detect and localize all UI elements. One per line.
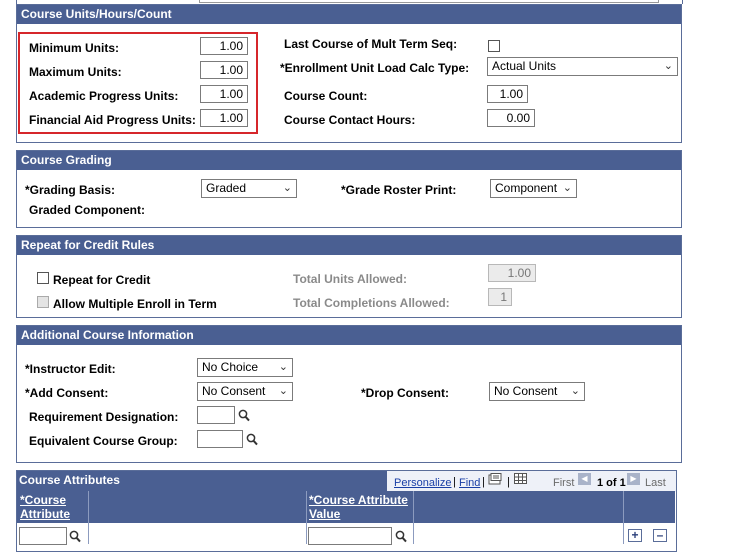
grade-roster-value: Component (495, 181, 558, 195)
academic-progress-input[interactable]: 1.00 (200, 85, 248, 103)
delete-row-icon[interactable]: – (653, 529, 667, 542)
course-attribute-header-line2: Attribute (20, 507, 70, 521)
grading-basis-label: *Grading Basis: (25, 183, 116, 197)
column-divider (306, 491, 307, 544)
toolbar-separator: | (507, 476, 510, 488)
attribute-value-input[interactable] (308, 527, 392, 545)
multiple-enroll-label: Allow Multiple Enroll in Term (53, 297, 217, 311)
chevron-down-icon: ⌄ (562, 182, 572, 194)
repeat-for-credit-label: Repeat for Credit (53, 273, 151, 287)
grading-basis-select[interactable]: Graded ⌄ (201, 179, 297, 198)
repeat-section-title: Repeat for Credit Rules (17, 236, 681, 255)
total-units-input: 1.00 (488, 264, 536, 282)
course-count-label: Course Count: (284, 89, 368, 103)
search-icon[interactable] (246, 433, 258, 446)
total-units-label: Total Units Allowed: (293, 272, 407, 286)
attributes-grid-title: Course Attributes (19, 473, 120, 487)
enrollment-calc-label: *Enrollment Unit Load Calc Type: (280, 61, 470, 75)
instructor-edit-select[interactable]: No Choice ⌄ (197, 358, 293, 377)
grade-roster-label: *Grade Roster Print: (341, 183, 457, 197)
toolbar-separator: | (482, 476, 485, 488)
last-course-label: Last Course of Mult Term Seq: (284, 37, 458, 51)
add-row-icon[interactable]: + (628, 529, 642, 542)
download-grid-icon[interactable] (514, 473, 527, 484)
column-divider (623, 491, 624, 544)
view-all-icon[interactable] (488, 473, 502, 485)
chevron-down-icon: ⌄ (278, 385, 288, 397)
column-divider (413, 491, 414, 544)
total-completions-input: 1 (488, 288, 512, 306)
last-course-checkbox[interactable] (488, 40, 500, 52)
course-attribute-column-header[interactable]: *Course Attribute (20, 493, 70, 521)
multiple-enroll-checkbox (37, 296, 49, 308)
range-label: 1 of 1 (597, 477, 626, 489)
chevron-down-icon: ⌄ (282, 182, 292, 194)
financial-aid-input[interactable]: 1.00 (200, 109, 248, 127)
add-consent-value: No Consent (202, 384, 266, 398)
first-label: First (553, 477, 575, 489)
drop-consent-value: No Consent (494, 384, 558, 398)
prev-arrow-icon: ◀ (578, 473, 591, 485)
drop-consent-label: *Drop Consent: (361, 386, 449, 400)
personalize-link[interactable]: Personalize (394, 477, 451, 489)
drop-consent-select[interactable]: No Consent ⌄ (489, 382, 585, 401)
attribute-value-header-line2: Value (309, 507, 341, 521)
academic-progress-label: Academic Progress Units: (29, 89, 179, 103)
next-arrow-icon: ▶ (627, 473, 640, 485)
grading-section-title: Course Grading (17, 151, 681, 170)
search-icon[interactable] (69, 530, 81, 543)
search-icon[interactable] (238, 409, 250, 422)
total-completions-label: Total Completions Allowed: (293, 296, 450, 310)
units-section-title: Course Units/Hours/Count (17, 5, 681, 24)
column-divider (88, 491, 89, 544)
find-link[interactable]: Find (459, 477, 480, 489)
toolbar-separator: | (453, 476, 456, 488)
instructor-edit-value: No Choice (202, 360, 259, 374)
add-consent-select[interactable]: No Consent ⌄ (197, 382, 293, 401)
grading-basis-value: Graded (206, 181, 247, 195)
equivalent-input[interactable] (197, 430, 243, 448)
enrollment-calc-value: Actual Units (492, 59, 557, 73)
requirement-label: Requirement Designation: (29, 410, 179, 424)
contact-hours-label: Course Contact Hours: (284, 113, 416, 127)
graded-component-label: Graded Component: (29, 203, 145, 217)
minimum-units-label: Minimum Units: (29, 41, 119, 55)
last-label: Last (645, 477, 666, 489)
search-icon[interactable] (395, 530, 407, 543)
instructor-edit-label: *Instructor Edit: (25, 362, 116, 376)
course-count-input[interactable]: 1.00 (487, 85, 528, 103)
financial-aid-label: Financial Aid Progress Units: (29, 113, 196, 127)
additional-section-title: Additional Course Information (17, 326, 681, 345)
requirement-input[interactable] (197, 406, 235, 424)
equivalent-label: Equivalent Course Group: (29, 434, 178, 448)
enrollment-calc-select[interactable]: Actual Units ⌄ (487, 57, 678, 76)
course-attribute-input[interactable] (19, 527, 67, 545)
chevron-down-icon: ⌄ (663, 60, 673, 72)
maximum-units-input[interactable]: 1.00 (200, 61, 248, 79)
maximum-units-label: Maximum Units: (29, 65, 122, 79)
course-attribute-header-line1: *Course (20, 493, 67, 507)
attribute-value-column-header[interactable]: *Course Attribute Value (309, 493, 408, 521)
contact-hours-input[interactable]: 0.00 (487, 109, 535, 127)
minimum-units-input[interactable]: 1.00 (200, 37, 248, 55)
repeat-for-credit-checkbox[interactable] (37, 272, 49, 284)
grade-roster-select[interactable]: Component ⌄ (490, 179, 577, 198)
chevron-down-icon: ⌄ (570, 385, 580, 397)
attribute-value-header-line1: *Course Attribute (309, 493, 408, 507)
add-consent-label: *Add Consent: (25, 386, 109, 400)
chevron-down-icon: ⌄ (278, 361, 288, 373)
